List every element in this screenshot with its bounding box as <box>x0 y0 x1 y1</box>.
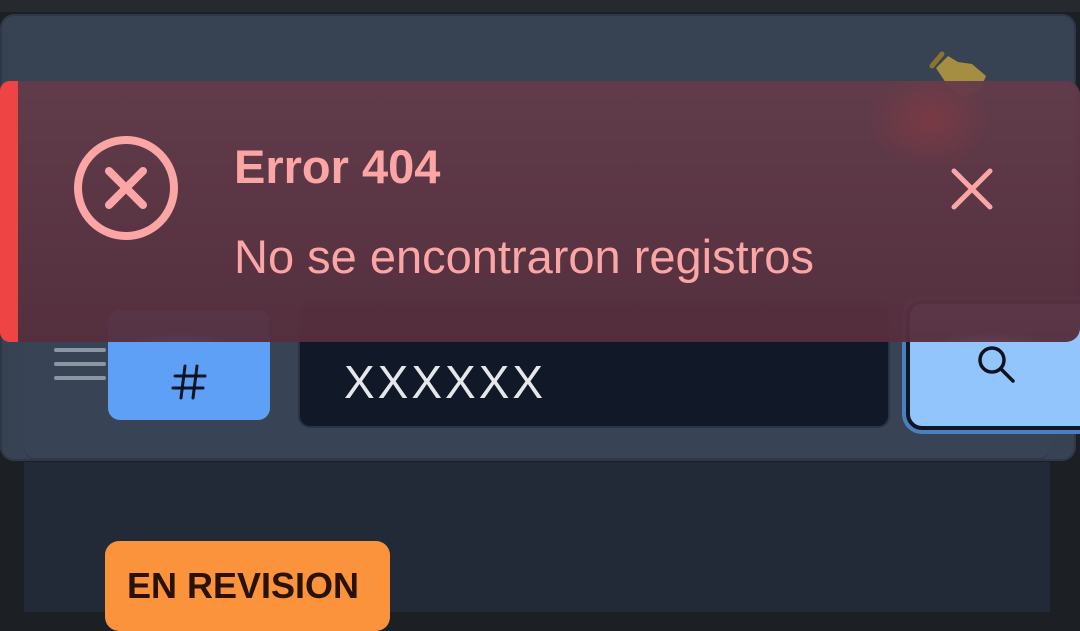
error-toast: Error 404 No se encontraron registros <box>0 81 1080 342</box>
toast-accent-bar <box>0 81 18 342</box>
hash-icon <box>171 364 207 400</box>
top-bar <box>0 0 1080 12</box>
toast-message: No se encontraron registros <box>234 230 814 283</box>
close-icon <box>951 168 993 210</box>
hamburger-icon[interactable] <box>54 348 106 380</box>
status-badge: EN REVISION <box>105 541 390 631</box>
x-circle-icon <box>74 136 178 240</box>
search-icon <box>978 346 1015 383</box>
toast-close-button[interactable] <box>940 157 1004 221</box>
toast-title: Error 404 <box>234 140 441 193</box>
